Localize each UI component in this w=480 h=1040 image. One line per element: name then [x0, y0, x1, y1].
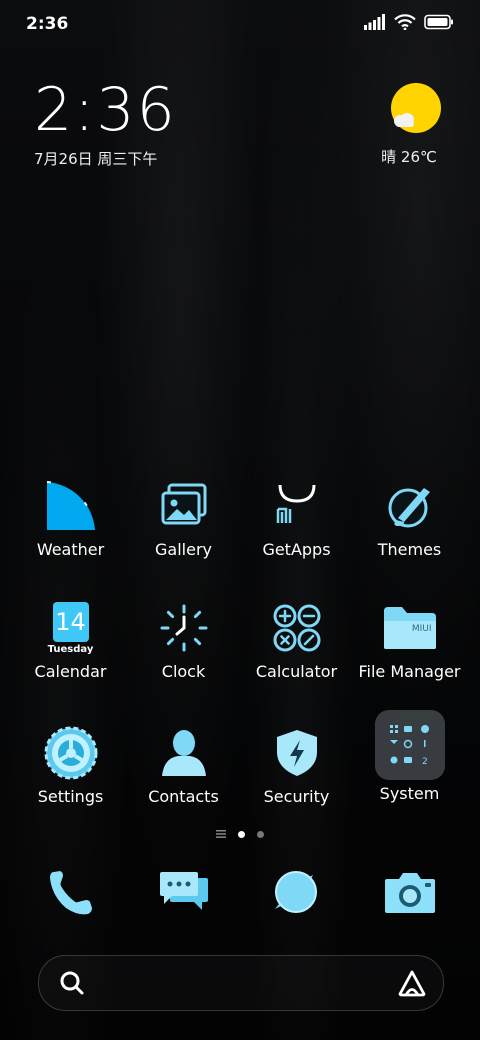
calculator-icon — [267, 598, 327, 658]
app-label: Clock — [161, 662, 206, 681]
calendar-day: 14 — [52, 601, 89, 642]
app-settings[interactable]: Settings — [14, 723, 127, 806]
app-contacts[interactable]: Contacts — [127, 723, 240, 806]
status-icons — [364, 14, 454, 30]
dock-camera[interactable] — [380, 862, 440, 922]
page-dot-active — [238, 830, 245, 838]
app-getapps[interactable]: GetApps — [240, 476, 353, 559]
app-label: Weather — [36, 540, 105, 559]
calendar-icon: 14 Tuesday — [41, 598, 101, 658]
weather-icon — [41, 476, 101, 536]
app-clock[interactable]: Clock — [127, 598, 240, 681]
app-file-manager[interactable]: MIUI File Manager — [353, 598, 466, 681]
dock-messages[interactable] — [154, 862, 214, 922]
wifi-icon — [394, 14, 416, 30]
getapps-icon — [267, 476, 327, 536]
search-bar[interactable] — [38, 955, 444, 1011]
calendar-weekday: Tuesday — [47, 643, 94, 655]
file-manager-icon: MIUI — [380, 598, 440, 658]
app-label: GetApps — [262, 540, 331, 559]
phone-icon — [50, 871, 92, 915]
widget-date: 7月26日 周三下午 — [34, 150, 158, 168]
app-label: Calendar — [34, 662, 107, 681]
gallery-icon — [154, 476, 214, 536]
app-themes[interactable]: Themes — [353, 476, 466, 559]
themes-icon — [380, 476, 440, 536]
app-label: System — [379, 784, 440, 803]
app-system-folder[interactable]: 2 System — [353, 710, 466, 803]
browser-icon — [275, 871, 317, 913]
app-label: Gallery — [155, 540, 212, 559]
file-manager-text: MIUI — [411, 624, 432, 634]
app-gallery[interactable]: Gallery — [127, 476, 240, 559]
battery-icon — [424, 14, 453, 30]
app-label: Themes — [377, 540, 442, 559]
app-weather[interactable]: Weather — [14, 476, 127, 559]
assistant-icon[interactable] — [397, 968, 427, 998]
dock-browser[interactable] — [266, 862, 326, 922]
signal-icon — [364, 14, 385, 30]
search-icon[interactable] — [59, 970, 85, 996]
sun-icon — [390, 82, 442, 134]
feed-page-icon — [216, 830, 226, 838]
security-icon — [267, 723, 327, 783]
weather-widget[interactable]: 晴 26℃ — [381, 82, 446, 167]
page-dot — [257, 830, 264, 838]
camera-icon — [385, 873, 435, 913]
settings-icon — [41, 723, 101, 783]
svg-text:2: 2 — [422, 757, 428, 767]
clock-icon — [154, 598, 214, 658]
status-time: 2:36 — [26, 14, 69, 34]
app-security[interactable]: Security — [240, 723, 353, 806]
messages-icon — [160, 872, 208, 910]
app-label: File Manager — [358, 662, 461, 681]
app-calendar[interactable]: 14 Tuesday Calendar — [14, 598, 127, 681]
system-folder-icon: 2 — [374, 710, 445, 780]
status-bar: 2:36 — [0, 0, 480, 50]
app-label: Calculator — [255, 662, 338, 681]
dock-phone[interactable] — [40, 862, 100, 922]
contacts-icon — [154, 723, 214, 783]
app-label: Security — [263, 787, 330, 806]
widget-time: 2:36 — [34, 75, 177, 145]
app-label: Contacts — [148, 787, 219, 806]
clock-widget[interactable]: 2:36 7月26日 周三下午 — [34, 80, 177, 169]
weather-text: 晴 26℃ — [381, 148, 437, 166]
app-calculator[interactable]: Calculator — [240, 598, 353, 681]
page-indicator[interactable] — [0, 830, 480, 838]
app-label: Settings — [37, 787, 104, 806]
